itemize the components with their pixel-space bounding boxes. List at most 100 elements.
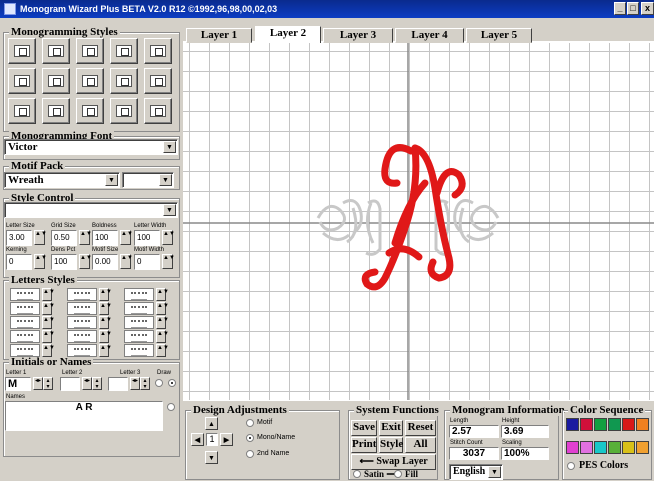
monogram-style-button[interactable] (8, 98, 36, 124)
spin-arrows-icon[interactable]: ▲▼ (99, 288, 112, 301)
spin-arrows-icon[interactable]: ▲▼ (99, 344, 112, 357)
tab-layer-2[interactable]: Layer 2 (255, 26, 321, 44)
spin-arrows-icon[interactable]: ▲▼ (120, 230, 133, 245)
color-swatch[interactable] (636, 418, 649, 431)
letter-style-swatch[interactable] (124, 288, 154, 301)
color-swatch[interactable] (608, 441, 621, 454)
spin-arrows-icon[interactable]: ▲▼ (162, 254, 175, 269)
arrow-left-button[interactable]: ◀ (191, 433, 204, 446)
param2-input[interactable]: 0 (6, 254, 32, 270)
spin-arrows-icon[interactable]: ▲▼ (34, 254, 47, 269)
save-button[interactable]: Save (351, 420, 377, 436)
fill-radio[interactable] (394, 470, 402, 478)
color-swatch[interactable] (636, 441, 649, 454)
color-swatch[interactable] (594, 441, 607, 454)
letter3-spin2[interactable]: ▴ ▾ (140, 377, 150, 390)
letter2-spin2[interactable]: ▴ ▾ (92, 377, 102, 390)
style-select[interactable]: ▼ (4, 202, 178, 218)
motif-select[interactable]: Wreath ▼ (4, 172, 120, 188)
monogram-style-button[interactable] (42, 68, 70, 94)
chevron-down-icon[interactable]: ▼ (159, 174, 172, 186)
monogram-style-button[interactable] (8, 38, 36, 64)
letter-style-swatch[interactable] (67, 344, 97, 357)
param2-input[interactable]: 0 (134, 254, 160, 270)
tab-layer-4[interactable]: Layer 4 (395, 28, 464, 43)
param2-input[interactable]: 100 (51, 254, 77, 270)
monogram-style-button[interactable] (76, 38, 104, 64)
color-swatch[interactable] (566, 418, 579, 431)
spin-arrows-icon[interactable]: ▲▼ (156, 288, 169, 301)
arrow-down-button[interactable]: ▼ (205, 451, 218, 464)
font-select[interactable]: Victor ▼ (4, 139, 178, 155)
monogram-style-button[interactable] (144, 68, 172, 94)
spin-arrows-icon[interactable]: ▲▼ (156, 330, 169, 343)
arrow-up-button[interactable]: ▲ (205, 417, 218, 430)
spin-arrows-icon[interactable]: ▲▼ (42, 316, 55, 329)
close-button[interactable]: x (641, 2, 654, 15)
monogram-style-button[interactable] (110, 68, 138, 94)
letter-style-swatch[interactable] (124, 330, 154, 343)
letter3-input[interactable] (108, 377, 128, 391)
spin-arrows-icon[interactable]: ▲▼ (99, 316, 112, 329)
pes-colors-radio[interactable] (567, 462, 575, 470)
spin-arrows-icon[interactable]: ▲▼ (42, 330, 55, 343)
letter-style-swatch[interactable] (67, 288, 97, 301)
param-input[interactable]: 100 (134, 230, 160, 246)
spin-arrows-icon[interactable]: ▲▼ (42, 344, 55, 357)
color-swatch[interactable] (622, 418, 635, 431)
spin-arrows-icon[interactable]: ▲▼ (42, 302, 55, 315)
letter-style-swatch[interactable] (67, 330, 97, 343)
minimize-button[interactable]: _ (614, 2, 626, 15)
names-radio[interactable] (167, 403, 175, 411)
chevron-down-icon[interactable]: ▼ (105, 174, 118, 186)
color-swatch[interactable] (580, 441, 593, 454)
letter-style-swatch[interactable] (10, 344, 40, 357)
color-swatch[interactable] (608, 418, 621, 431)
letter-style-swatch[interactable] (10, 330, 40, 343)
monogram-style-button[interactable] (76, 98, 104, 124)
layer-counter[interactable]: 1 (206, 433, 218, 446)
chevron-down-icon[interactable]: ▼ (488, 466, 501, 478)
param2-input[interactable]: 0.00 (92, 254, 118, 270)
param-input[interactable]: 100 (92, 230, 118, 246)
spin-arrows-icon[interactable]: ▲▼ (156, 344, 169, 357)
draw-radio-1[interactable] (155, 379, 163, 387)
style-button[interactable]: Style (379, 437, 403, 453)
maximize-button[interactable]: □ (627, 2, 639, 15)
letter1-spin[interactable]: ◂▸ (33, 377, 43, 390)
letter2-input[interactable] (60, 377, 80, 391)
monogram-style-button[interactable] (144, 38, 172, 64)
names-input[interactable]: A R (5, 401, 163, 431)
param-input[interactable]: 3.00 (6, 230, 32, 246)
letter-style-swatch[interactable] (67, 316, 97, 329)
letter-style-swatch[interactable] (10, 288, 40, 301)
print-button[interactable]: Print (351, 437, 377, 453)
language-select[interactable]: English ▼ (449, 464, 503, 480)
color-swatch[interactable] (594, 418, 607, 431)
spin-arrows-icon[interactable]: ▲▼ (156, 302, 169, 315)
second-name-radio[interactable] (246, 450, 254, 458)
motif-radio[interactable] (246, 419, 254, 427)
spin-arrows-icon[interactable]: ▲▼ (156, 316, 169, 329)
letter3-spin[interactable]: ◂▸ (130, 377, 140, 390)
spin-arrows-icon[interactable]: ▲▼ (34, 230, 47, 245)
letter-style-swatch[interactable] (10, 316, 40, 329)
monogram-style-button[interactable] (110, 98, 138, 124)
all-button[interactable]: All (405, 437, 436, 453)
mononame-radio[interactable] (246, 434, 254, 442)
monogram-style-button[interactable] (144, 98, 172, 124)
spin-arrows-icon[interactable]: ▲▼ (99, 330, 112, 343)
spin-arrows-icon[interactable]: ▲▼ (120, 254, 133, 269)
spin-arrows-icon[interactable]: ▲▼ (79, 230, 92, 245)
color-swatch[interactable] (622, 441, 635, 454)
letter-style-swatch[interactable] (124, 302, 154, 315)
letter2-spin[interactable]: ◂▸ (82, 377, 92, 390)
color-swatch[interactable] (566, 441, 579, 454)
arrow-right-button[interactable]: ▶ (220, 433, 233, 446)
monogram-style-button[interactable] (42, 98, 70, 124)
letter-style-swatch[interactable] (124, 316, 154, 329)
spin-arrows-icon[interactable]: ▲▼ (42, 288, 55, 301)
spin-arrows-icon[interactable]: ▲▼ (99, 302, 112, 315)
draw-radio-2[interactable] (168, 379, 176, 387)
color-swatch[interactable] (580, 418, 593, 431)
